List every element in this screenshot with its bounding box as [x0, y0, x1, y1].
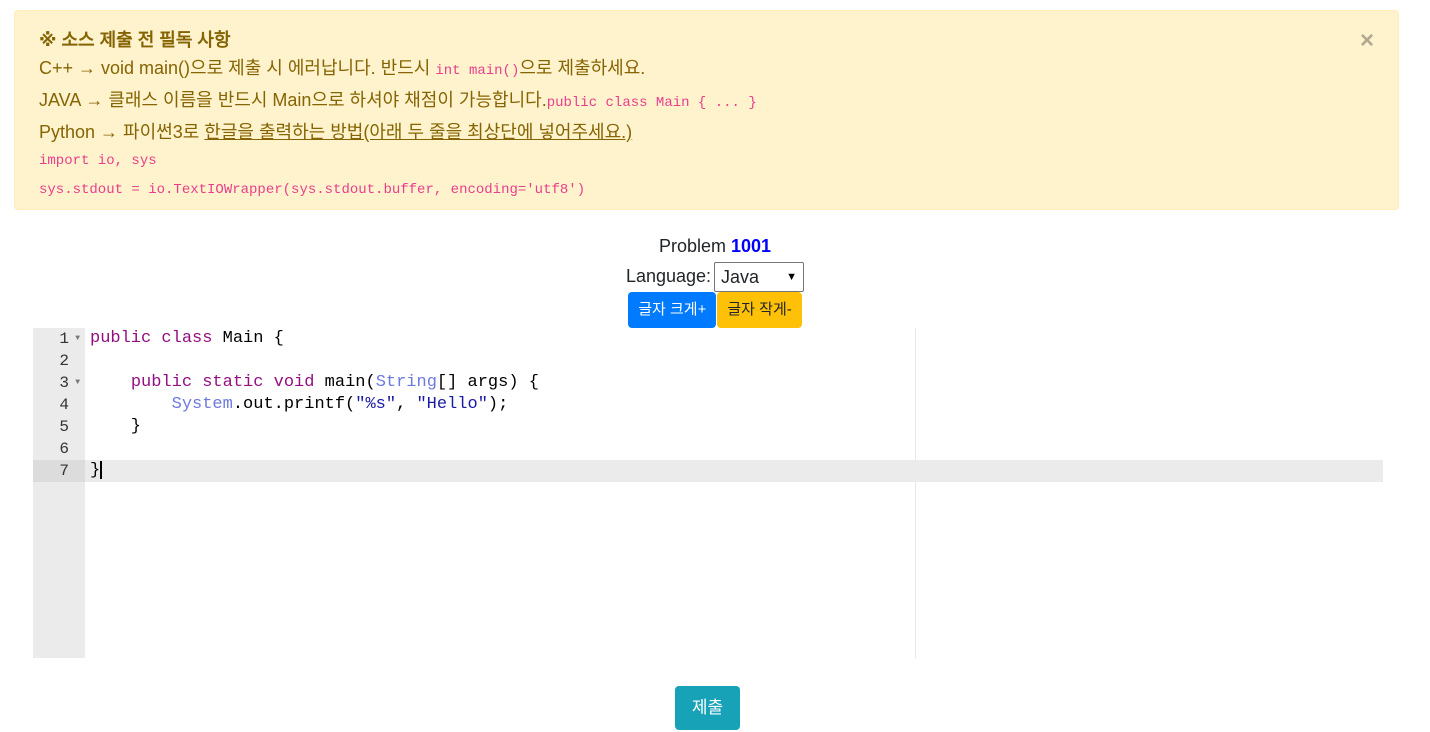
notice-cpp-suffix: 으로 제출하세요. [519, 58, 646, 78]
fold-arrow-icon[interactable]: ▼ [75, 328, 80, 350]
font-size-controls: 글자 크게+ 글자 작게- [0, 292, 1430, 328]
font-increase-button[interactable]: 글자 크게+ [628, 292, 717, 328]
notice-python-line: Python → 파이썬3로 한글을 출력하는 방법(아래 두 줄을 최상단에 … [39, 118, 1374, 147]
line-number: 7 [33, 460, 85, 482]
font-decrease-button[interactable]: 글자 작게- [717, 292, 802, 328]
notice-python-code-1: import io, sys [39, 153, 157, 169]
code-line-active[interactable]: } [85, 460, 1383, 482]
problem-header: Problem 1001 [0, 234, 1430, 258]
text-cursor [100, 460, 103, 479]
fold-arrow-icon[interactable]: ▼ [75, 372, 80, 394]
code-line[interactable]: } [85, 416, 1383, 438]
code-editor[interactable]: 1 ▼ 2 3 ▼ 4 5 6 7 public class Main { publ… [33, 328, 1383, 658]
notice-java-code: public class Main { ... } [546, 95, 757, 111]
notice-python-code-2: sys.stdout = io.TextIOWrapper(sys.stdout… [39, 182, 586, 198]
line-number: 5 [59, 418, 69, 436]
code-content[interactable]: public class Main { public static void m… [85, 328, 1383, 482]
notice-cpp-text: C++ → void main()으로 제출 시 에러납니다. 반드시 [39, 58, 436, 78]
code-line[interactable]: public static void main(String[] args) { [85, 372, 1383, 394]
notice-python-text: Python → 파이썬3로 [39, 122, 205, 142]
notice-cpp-line: C++ → void main()으로 제출 시 에러납니다. 반드시 int … [39, 54, 1374, 86]
editor-gutter: 1 ▼ 2 3 ▼ 4 5 6 7 [33, 328, 85, 658]
line-number: 4 [59, 396, 69, 414]
dropdown-arrow-icon: ▼ [786, 271, 798, 284]
language-label: Language: [625, 266, 712, 286]
language-selected-value: Java [721, 267, 760, 288]
notice-python-link[interactable]: 한글을 출력하는 방법(아래 두 줄을 최상단에 넣어주세요.) [204, 122, 632, 142]
notice-cpp-code: int main() [435, 63, 520, 79]
problem-label: Problem [658, 236, 726, 256]
line-number: 2 [59, 352, 69, 370]
problem-number[interactable]: 1001 [731, 236, 771, 256]
notice-java-line: JAVA → 클래스 이름을 반드시 Main으로 하셔야 채점이 가능합니다.… [39, 86, 1374, 118]
code-line[interactable] [85, 350, 1383, 372]
submit-button[interactable]: 제출 [675, 686, 740, 730]
code-line[interactable]: System.out.printf("%s", "Hello"); [85, 394, 1383, 416]
line-number: 3 ▼ [59, 372, 80, 394]
code-line[interactable]: public class Main { [85, 328, 1383, 350]
notice-title: ※ 소스 제출 전 필독 사항 [39, 30, 231, 50]
language-row: Language: Java ▼ [0, 260, 1430, 293]
line-number: 6 [59, 440, 69, 458]
notice-java-text: JAVA → 클래스 이름을 반드시 Main으로 하셔야 채점이 가능합니다. [39, 90, 547, 110]
language-select[interactable]: Java ▼ [714, 262, 805, 293]
code-line[interactable] [85, 438, 1383, 460]
line-number: 1 ▼ [59, 328, 80, 350]
close-icon[interactable]: × [1360, 29, 1374, 53]
notice-alert: ※ 소스 제출 전 필독 사항 C++ → void main()으로 제출 시… [14, 10, 1399, 210]
